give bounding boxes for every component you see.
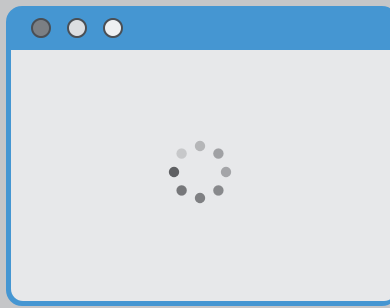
spinner-dot [168, 166, 180, 178]
app-window [6, 6, 390, 306]
spinner-dot [220, 166, 232, 178]
spinner-dot [176, 185, 187, 196]
spinner-dot [194, 140, 206, 152]
loading-spinner-icon [168, 140, 232, 204]
close-button[interactable] [31, 18, 51, 38]
spinner-dot [213, 185, 224, 196]
title-bar[interactable] [8, 8, 390, 50]
window-content [11, 50, 390, 301]
maximize-button[interactable] [103, 18, 123, 38]
minimize-button[interactable] [67, 18, 87, 38]
spinner-dot [194, 192, 206, 204]
spinner-dot [176, 148, 187, 159]
spinner-dot [213, 148, 224, 159]
